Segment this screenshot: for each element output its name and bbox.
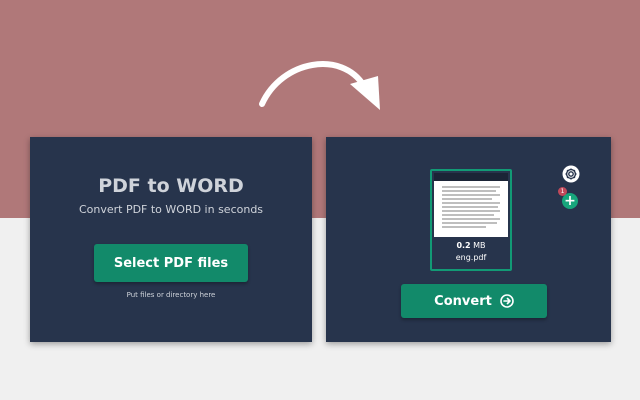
gear-icon[interactable]: [562, 165, 580, 183]
select-pdf-files-button[interactable]: Select PDF files: [94, 244, 248, 282]
file-size: 0.2 MB: [432, 241, 510, 250]
file-name: eng.pdf: [455, 253, 487, 262]
page-title: PDF to WORD: [98, 175, 244, 197]
page-subtitle: Convert PDF to WORD in seconds: [78, 203, 264, 216]
file-size-value: 0.2: [456, 241, 471, 250]
drop-hint: Put files or directory here: [126, 291, 216, 299]
file-count-badge: 1: [558, 187, 567, 196]
convert-panel: 0.2 MB eng.pdf + 1 Convert: [326, 137, 611, 342]
upload-panel: PDF to WORD Convert PDF to WORD in secon…: [30, 137, 312, 342]
convert-button-label: Convert: [434, 293, 492, 309]
file-thumbnail: [434, 173, 508, 237]
plus-circle-icon: +: [564, 193, 576, 209]
convert-button[interactable]: Convert: [401, 284, 547, 318]
document-preview-icon: [442, 186, 500, 228]
curved-arrow-icon: [259, 61, 380, 110]
arrow-right-circle-icon: [500, 294, 514, 308]
file-size-unit: MB: [473, 241, 486, 250]
file-card[interactable]: 0.2 MB eng.pdf: [430, 169, 512, 271]
